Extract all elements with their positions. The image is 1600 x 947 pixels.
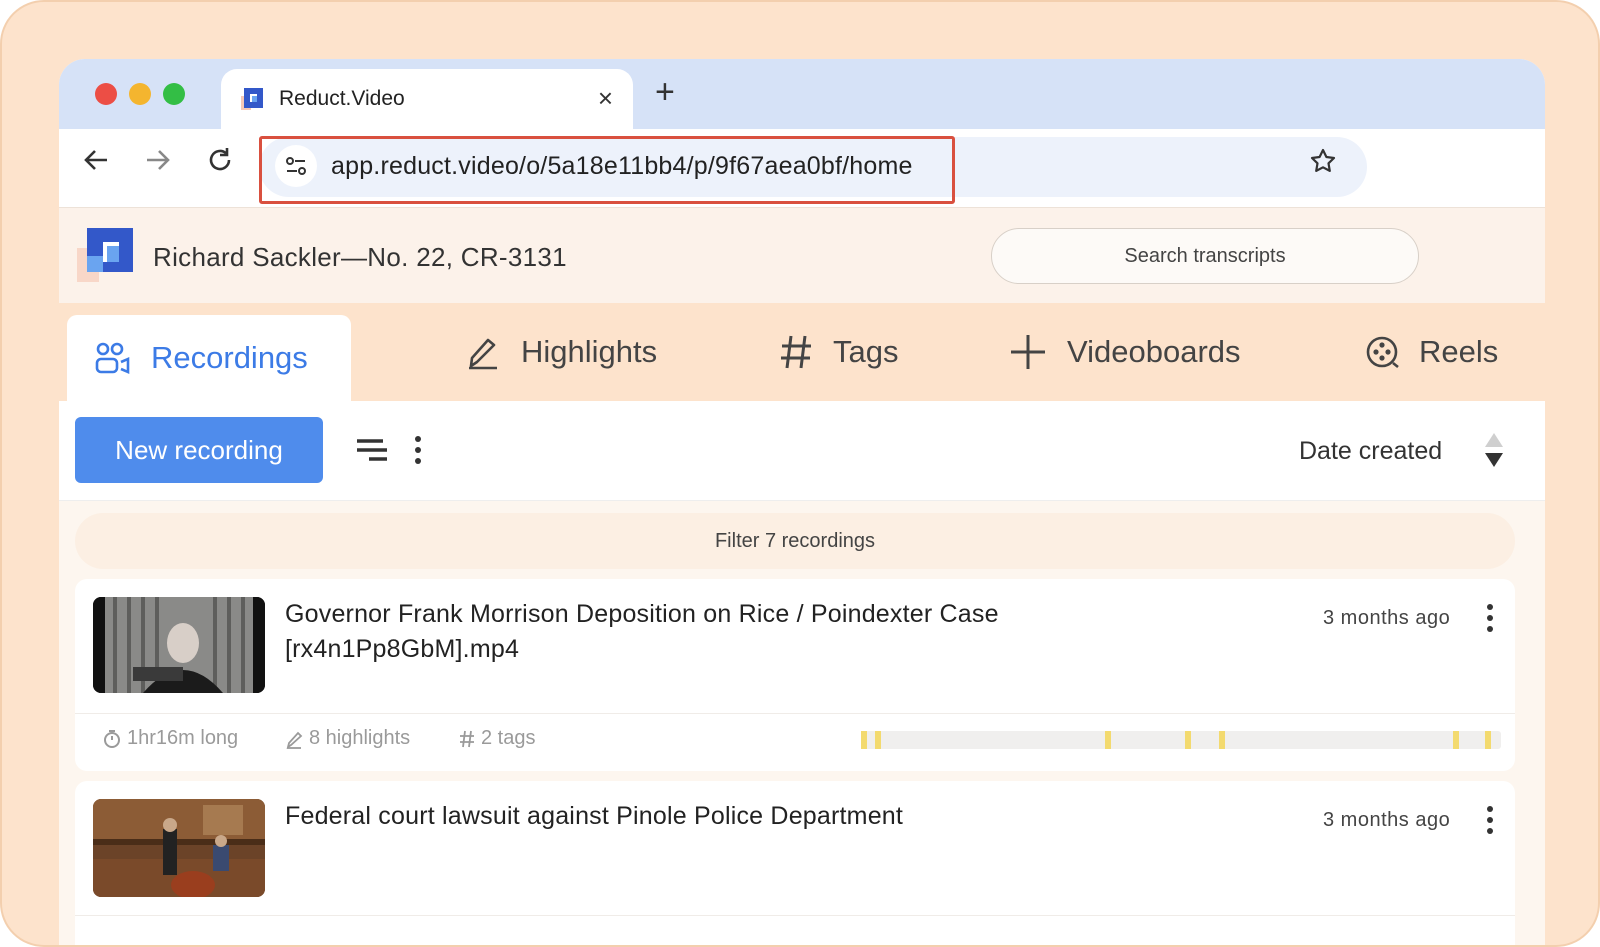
recordings-toolbar: New recording Date created bbox=[59, 401, 1545, 501]
recording-more-icon[interactable] bbox=[1485, 603, 1495, 638]
recording-title[interactable]: Governor Frank Morrison Deposition on Ri… bbox=[285, 597, 1105, 667]
recording-tags-count[interactable]: 2 tags bbox=[459, 727, 535, 750]
recording-thumbnail[interactable] bbox=[93, 799, 265, 897]
highlight-marker[interactable] bbox=[1485, 731, 1491, 749]
plus-icon bbox=[1009, 333, 1047, 371]
highlighter-icon bbox=[285, 729, 303, 749]
tab-reels[interactable]: Reels bbox=[1365, 303, 1498, 401]
people-icon bbox=[95, 341, 131, 375]
recording-card[interactable]: Federal court lawsuit against Pinole Pol… bbox=[75, 781, 1515, 945]
recording-title[interactable]: Federal court lawsuit against Pinole Pol… bbox=[285, 799, 1105, 834]
highlight-marker[interactable] bbox=[1453, 731, 1459, 749]
tab-recordings[interactable]: Recordings bbox=[67, 315, 351, 401]
recording-duration: 1hr16m long bbox=[103, 727, 238, 750]
recording-duration-text: 1hr16m long bbox=[127, 727, 239, 749]
more-options-icon[interactable] bbox=[413, 435, 423, 470]
recording-card[interactable]: Governor Frank Morrison Deposition on Ri… bbox=[75, 579, 1515, 771]
sort-direction-icon[interactable] bbox=[1483, 431, 1505, 474]
tab-reels-label: Reels bbox=[1419, 334, 1499, 369]
card-divider bbox=[75, 915, 1515, 916]
stopwatch-icon bbox=[103, 729, 121, 749]
close-window-button[interactable] bbox=[95, 83, 117, 105]
reduct-logo-icon[interactable] bbox=[77, 226, 135, 286]
hash-icon bbox=[459, 730, 475, 748]
tab-tags-label: Tags bbox=[833, 334, 899, 369]
tab-highlights[interactable]: Highlights bbox=[465, 303, 657, 401]
maximize-window-button[interactable] bbox=[163, 83, 185, 105]
hash-icon bbox=[779, 334, 813, 370]
recording-highlights-count[interactable]: 8 highlights bbox=[285, 727, 410, 750]
highlight-marker[interactable] bbox=[861, 731, 867, 749]
tab-recordings-label: Recordings bbox=[151, 340, 308, 375]
close-tab-icon[interactable]: × bbox=[598, 83, 613, 114]
project-title: Richard Sackler—No. 22, CR-3131 bbox=[153, 242, 567, 272]
highlighter-icon bbox=[465, 334, 501, 370]
screenshot-frame: Reduct.Video × + app.reduct.video/o/5a18… bbox=[0, 0, 1600, 947]
recording-more-icon[interactable] bbox=[1485, 805, 1495, 840]
highlight-marker[interactable] bbox=[875, 731, 881, 749]
app-header: Richard Sackler—No. 22, CR-3131 Search t… bbox=[59, 207, 1545, 303]
recording-highlights-text: 8 highlights bbox=[309, 727, 411, 749]
recording-thumbnail[interactable] bbox=[93, 597, 265, 693]
highlight-marker[interactable] bbox=[1105, 731, 1111, 749]
highlight-marker[interactable] bbox=[1219, 731, 1225, 749]
site-info-icon[interactable] bbox=[275, 145, 317, 187]
reel-icon bbox=[1365, 335, 1399, 369]
highlights-timeline[interactable] bbox=[861, 731, 1501, 749]
new-tab-button[interactable]: + bbox=[655, 73, 675, 112]
filter-recordings-input[interactable]: Filter 7 recordings bbox=[75, 513, 1515, 569]
recording-date: 3 months ago bbox=[1323, 607, 1451, 629]
sort-dropdown[interactable]: Date created bbox=[1299, 437, 1442, 466]
browser-tab[interactable]: Reduct.Video × bbox=[221, 69, 633, 129]
tab-videoboards[interactable]: Videoboards bbox=[1009, 303, 1241, 401]
section-tabs: Recordings Highlights Tags Videoboards R… bbox=[59, 303, 1545, 401]
highlight-marker[interactable] bbox=[1185, 731, 1191, 749]
new-recording-button[interactable]: New recording bbox=[75, 417, 323, 483]
minimize-window-button[interactable] bbox=[129, 83, 151, 105]
address-bar: app.reduct.video/o/5a18e11bb4/p/9f67aea0… bbox=[59, 129, 1545, 207]
tab-tags[interactable]: Tags bbox=[779, 303, 898, 401]
reload-icon[interactable] bbox=[205, 145, 235, 183]
card-divider bbox=[75, 713, 1515, 714]
tab-videoboards-label: Videoboards bbox=[1067, 334, 1241, 369]
list-view-icon[interactable] bbox=[355, 437, 389, 468]
forward-icon[interactable] bbox=[143, 145, 173, 183]
recordings-list: Filter 7 recordings Governor Frank Morri… bbox=[59, 501, 1545, 945]
search-transcripts-input[interactable]: Search transcripts bbox=[991, 228, 1419, 284]
recording-tags-text: 2 tags bbox=[481, 727, 536, 749]
url-text[interactable]: app.reduct.video/o/5a18e11bb4/p/9f67aea0… bbox=[331, 152, 913, 181]
browser-window: Reduct.Video × + app.reduct.video/o/5a18… bbox=[59, 59, 1545, 945]
bookmark-star-icon[interactable] bbox=[1309, 147, 1337, 183]
tab-title: Reduct.Video bbox=[279, 87, 405, 110]
tab-strip: Reduct.Video × + bbox=[59, 59, 1545, 129]
reduct-favicon-icon bbox=[239, 86, 265, 112]
recording-date: 3 months ago bbox=[1323, 809, 1451, 831]
back-icon[interactable] bbox=[81, 145, 111, 183]
tab-highlights-label: Highlights bbox=[521, 334, 658, 369]
